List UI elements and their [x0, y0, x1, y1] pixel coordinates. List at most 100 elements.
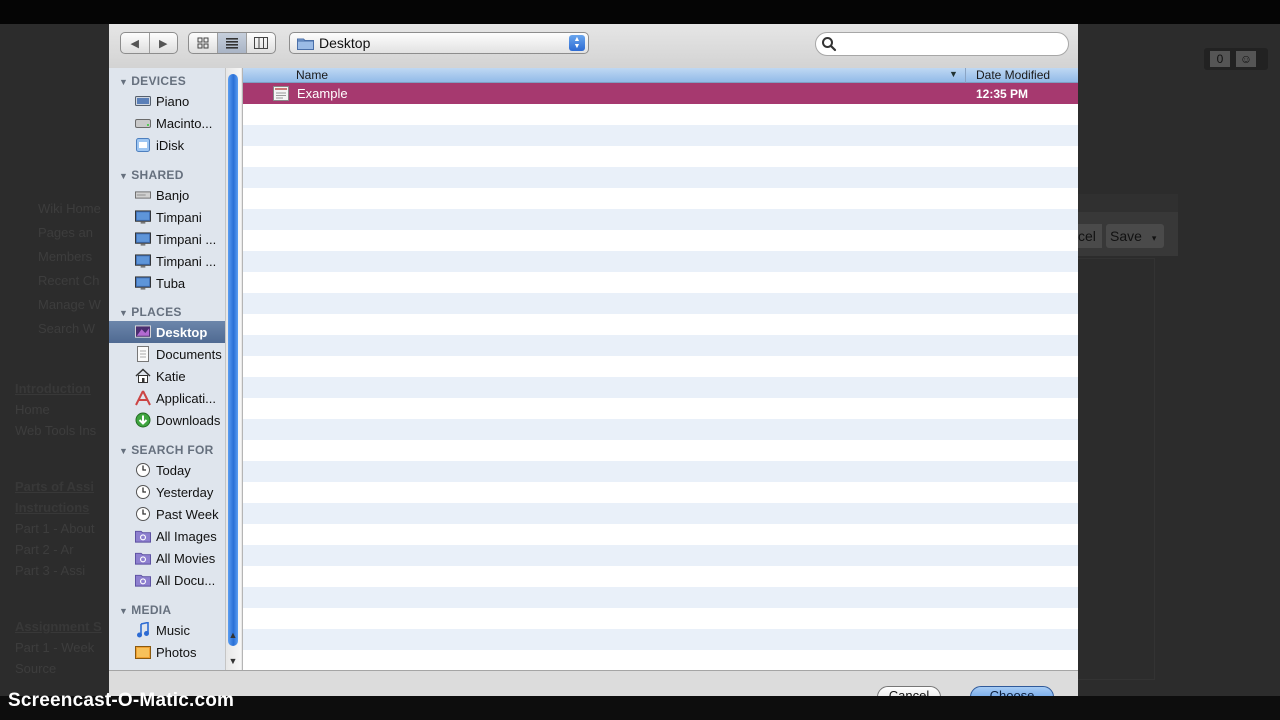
- sidebar-section-title: SEARCH FOR: [131, 443, 214, 457]
- sidebar-item[interactable]: All Images: [109, 525, 227, 547]
- sidebar-section-header[interactable]: ▼ SEARCH FOR: [119, 443, 214, 457]
- bg-section-heading: Assignment S: [15, 619, 102, 634]
- photos-icon: [135, 644, 151, 660]
- sidebar-item[interactable]: Applicati...: [109, 387, 227, 409]
- choose-button[interactable]: Choose: [970, 686, 1054, 696]
- bg-nav-item: Members: [38, 249, 93, 264]
- sidebar-scroll-thumb[interactable]: [228, 74, 238, 646]
- icon-view-icon: [197, 37, 209, 49]
- sort-descending-icon[interactable]: ▼: [949, 69, 958, 79]
- sidebar-item[interactable]: Banjo: [109, 184, 227, 206]
- sidebar-item[interactable]: iDisk: [109, 134, 227, 156]
- sidebar-item[interactable]: Music: [109, 619, 227, 641]
- column-header-name[interactable]: Name: [296, 68, 328, 82]
- sidebar-item[interactable]: Katie: [109, 365, 227, 387]
- clock-icon: [135, 462, 151, 478]
- sidebar-section-header[interactable]: ▼ MEDIA: [119, 603, 171, 617]
- bg-link: Web Tools Ins: [15, 423, 97, 438]
- bg-save-button: Save ▾: [1106, 224, 1164, 248]
- icon-view-button[interactable]: [189, 33, 217, 53]
- file-dialog: ◀ ▶ Desktop ▲ ▼ ▼ DEVICES Piano Macinto... iD…: [109, 24, 1078, 696]
- music-icon: [135, 622, 151, 638]
- idisk-icon: [135, 137, 151, 153]
- sidebar-item[interactable]: Past Week: [109, 503, 227, 525]
- bg-link: Source: [15, 661, 57, 676]
- sidebar-item-label: Downloads: [156, 412, 221, 428]
- sidebar-item[interactable]: Piano: [109, 90, 227, 112]
- bg-dropdown-icon: ▾: [1151, 233, 1157, 243]
- sidebar-item-label: Katie: [156, 368, 186, 384]
- cancel-button[interactable]: Cancel: [877, 686, 941, 696]
- disclosure-triangle-icon[interactable]: ▼: [119, 446, 128, 456]
- location-label: Desktop: [319, 35, 371, 51]
- sidebar-section-header[interactable]: ▼ SHARED: [119, 168, 184, 182]
- file-row-selected[interactable]: Example 12:35 PM: [243, 83, 1078, 104]
- disclosure-triangle-icon[interactable]: ▼: [119, 77, 128, 87]
- forward-button[interactable]: ▶: [148, 33, 178, 53]
- drive-icon: [135, 93, 151, 109]
- location-popup[interactable]: Desktop ▲ ▼: [289, 32, 589, 54]
- hard-disk-icon: [135, 115, 151, 131]
- bg-link: Part 3 - Assi: [15, 563, 86, 578]
- scroll-down-arrow-icon[interactable]: ▼: [225, 654, 241, 668]
- sidebar-item-label: Macinto...: [156, 115, 213, 131]
- sidebar-item-label: Timpani: [156, 209, 202, 225]
- bg-section-heading: Introduction: [15, 381, 91, 396]
- sidebar-item[interactable]: Photos: [109, 641, 227, 663]
- disclosure-triangle-icon[interactable]: ▼: [119, 171, 128, 181]
- sidebar-section-header[interactable]: ▼ PLACES: [119, 305, 182, 319]
- downloads-icon: [135, 412, 151, 428]
- sidebar-item-label: Documents: [156, 346, 222, 362]
- bg-nav-item: Pages an: [38, 225, 93, 240]
- view-mode-control: [188, 32, 276, 54]
- back-forward-control: ◀ ▶: [120, 32, 178, 54]
- column-header-date-modified[interactable]: Date Modified: [976, 68, 1050, 82]
- sidebar: ▼ DEVICES Piano Macinto... iDisk ▼ SHARED Banjo…: [109, 68, 241, 696]
- bg-nav-item: Search W: [38, 321, 96, 336]
- search-input[interactable]: [842, 36, 1056, 54]
- clock-icon: [135, 484, 151, 500]
- sidebar-item-label: All Docu...: [156, 572, 216, 588]
- bg-link: Home: [15, 402, 50, 417]
- sidebar-item[interactable]: Today: [109, 459, 227, 481]
- sidebar-item-label: Today: [156, 462, 191, 478]
- list-view-button[interactable]: [217, 33, 246, 53]
- sidebar-section-header[interactable]: ▼ DEVICES: [119, 74, 186, 88]
- scroll-up-arrow-icon[interactable]: ▲: [225, 628, 241, 642]
- sidebar-item-label: Yesterday: [156, 484, 214, 500]
- file-list-rows: [243, 83, 1078, 670]
- monitor-icon: [135, 253, 151, 269]
- search-field[interactable]: [815, 32, 1069, 56]
- monitor-icon: [135, 231, 151, 247]
- bg-editor-strip: [1078, 194, 1178, 212]
- smart-folder-icon: [135, 572, 151, 588]
- disclosure-triangle-icon[interactable]: ▼: [119, 308, 128, 318]
- bg-toolbar-buttons: 0 ☺: [1204, 48, 1268, 70]
- sidebar-item[interactable]: Timpani: [109, 206, 227, 228]
- back-button[interactable]: ◀: [121, 33, 149, 53]
- back-arrow-icon: ◀: [130, 37, 139, 50]
- sidebar-item[interactable]: Yesterday: [109, 481, 227, 503]
- sidebar-item-label: Photos: [156, 644, 197, 660]
- sidebar-item-label: Past Week: [156, 506, 219, 522]
- sidebar-item[interactable]: Macinto...: [109, 112, 227, 134]
- bg-section-heading: Instructions: [15, 500, 90, 515]
- column-divider[interactable]: [965, 68, 966, 83]
- sidebar-item[interactable]: Timpani ...: [109, 250, 227, 272]
- monitor-icon: [135, 275, 151, 291]
- file-name: Example: [297, 86, 348, 101]
- bg-link: Part 1 - About: [15, 521, 95, 536]
- bg-link: Part 2 - Ar: [15, 542, 74, 557]
- disclosure-triangle-icon[interactable]: ▼: [119, 606, 128, 616]
- sidebar-section-title: DEVICES: [131, 74, 187, 88]
- sidebar-item[interactable]: Downloads: [109, 409, 227, 431]
- sidebar-item[interactable]: All Movies: [109, 547, 227, 569]
- sidebar-item[interactable]: Desktop: [109, 321, 227, 343]
- sidebar-item[interactable]: All Docu...: [109, 569, 227, 591]
- sidebar-item[interactable]: Documents: [109, 343, 227, 365]
- sidebar-item[interactable]: Tuba: [109, 272, 227, 294]
- sidebar-item-label: Applicati...: [156, 390, 216, 406]
- watermark: Screencast-O-Matic.com: [8, 690, 235, 711]
- column-view-button[interactable]: [246, 33, 275, 53]
- sidebar-item[interactable]: Timpani ...: [109, 228, 227, 250]
